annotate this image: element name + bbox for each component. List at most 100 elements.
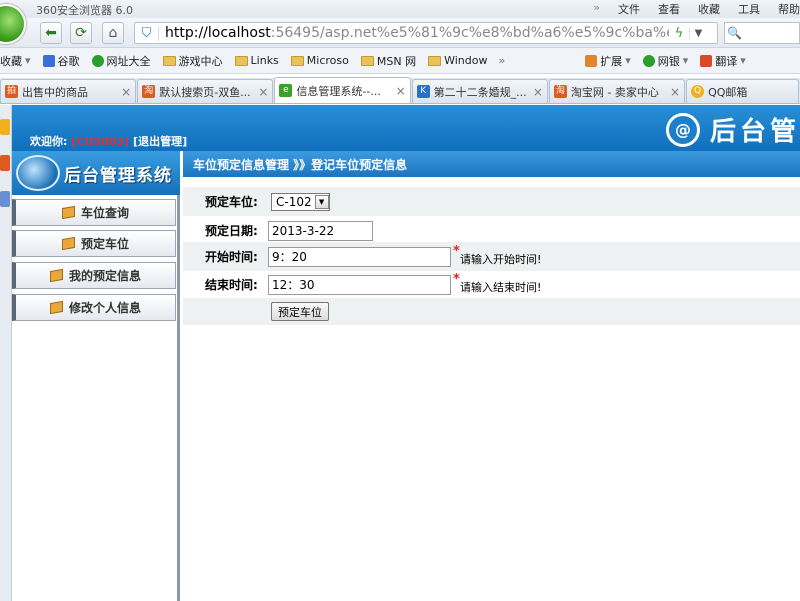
- tab-info-system[interactable]: e 信息管理系统--... ×: [274, 77, 411, 103]
- tab-search[interactable]: 淘默认搜索页-双鱼... ×: [137, 79, 274, 103]
- bookmark-google[interactable]: 谷歌: [42, 53, 80, 69]
- bookmark-label: Microso: [306, 54, 349, 67]
- book-icon: [61, 205, 75, 220]
- banking-icon: [642, 54, 655, 67]
- end-time-hint: 请输入结束时间!: [460, 281, 542, 294]
- bookmark-label: 谷歌: [57, 54, 80, 68]
- sidebar-item-label: 车位查询: [80, 206, 129, 220]
- address-bar[interactable]: ⛉ http://localhost:56495/asp.net%e5%81%9…: [134, 22, 718, 44]
- address-text[interactable]: http://localhost:56495/asp.net%e5%81%9c%…: [159, 25, 669, 41]
- bookmarks-bar: 收藏 ▾ 谷歌 网址大全 游戏中心 Links Microso MSN 网 Win…: [0, 48, 800, 74]
- bookmark-msn[interactable]: MSN 网: [360, 53, 417, 69]
- back-icon[interactable]: ⬅: [40, 22, 62, 44]
- menu-tools[interactable]: 工具: [738, 1, 760, 17]
- tab-products[interactable]: 拍出售中的商品 ×: [0, 79, 137, 103]
- bookmark-links[interactable]: Links: [234, 54, 279, 67]
- end-time-label: 结束时间:: [205, 278, 258, 292]
- bookmark-microsoft[interactable]: Microso: [290, 54, 349, 67]
- tab-taobao[interactable]: 淘淘宝网 - 卖家中心 ×: [548, 79, 686, 103]
- form-row-date: 预定日期:: [183, 216, 800, 245]
- book-icon: [61, 236, 75, 251]
- page-icon: 拍: [5, 85, 18, 98]
- chevron-down-icon: ▾: [625, 54, 631, 67]
- home-icon[interactable]: ⌂: [102, 22, 124, 44]
- bookmark-label: Window: [444, 54, 488, 67]
- sidebar-item-edit-profile[interactable]: 修改个人信息: [12, 294, 176, 321]
- bookmark-label: Links: [250, 54, 279, 67]
- close-icon[interactable]: ×: [258, 85, 268, 99]
- bookmark-favorites[interactable]: 收藏 ▾: [0, 53, 31, 69]
- tab-label: 出售中的商品: [22, 85, 88, 99]
- menu-overflow-icon[interactable]: »: [593, 1, 600, 17]
- bookmark-label: 游戏中心: [178, 54, 223, 68]
- chevron-down-icon: ▾: [25, 54, 31, 67]
- tab-strip: 拍出售中的商品 × 淘默认搜索页-双鱼... × e 信息管理系统--... × K 第二…: [0, 77, 800, 104]
- close-icon[interactable]: ×: [670, 85, 680, 99]
- tab-label: QQ邮箱: [708, 85, 748, 99]
- bookmark-translate[interactable]: 翻译 ▾: [700, 53, 746, 69]
- bookmark-label: 网址大全: [106, 54, 151, 68]
- date-input[interactable]: [268, 220, 373, 241]
- end-time-input[interactable]: [268, 274, 451, 295]
- tab-label: 默认搜索页-双鱼...: [159, 85, 251, 99]
- form-row-start: 开始时间: * 请输入开始时间!: [183, 242, 800, 271]
- sidebar-item-space-search[interactable]: 车位查询: [12, 199, 176, 226]
- sidebar-item-label: 预定车位: [80, 237, 129, 251]
- bookmark-games[interactable]: 游戏中心: [162, 53, 223, 69]
- user-id: [CUS003]: [71, 135, 130, 148]
- book-icon: [49, 268, 63, 283]
- menu-file[interactable]: 文件: [618, 1, 640, 17]
- tab-label: 第二十二条婚规_...: [433, 85, 527, 99]
- book-icon: [49, 300, 63, 315]
- chevron-down-icon[interactable]: ▼: [314, 195, 329, 209]
- sidebar-item-my-reservations[interactable]: 我的预定信息: [12, 262, 176, 289]
- page-icon: Q: [691, 85, 705, 98]
- form-row-space: 预定车位: C-102 ▼: [183, 187, 800, 216]
- overflow-icon[interactable]: »: [498, 54, 505, 67]
- space-select[interactable]: C-102 ▼: [271, 193, 330, 211]
- chevron-down-icon: ▾: [682, 54, 689, 67]
- start-time-input[interactable]: [268, 246, 451, 267]
- close-icon[interactable]: ×: [533, 85, 543, 99]
- menu-favorites[interactable]: 收藏: [698, 1, 720, 17]
- form-row-submit: 预定车位: [183, 298, 800, 325]
- folder-icon: [234, 55, 248, 66]
- bookmark-windows[interactable]: Window »: [428, 54, 505, 67]
- chevron-down-icon[interactable]: ▼: [689, 27, 707, 39]
- menu-help[interactable]: 帮助: [778, 1, 800, 17]
- page-icon: 淘: [553, 85, 567, 98]
- refresh-icon[interactable]: ⟳: [70, 22, 92, 44]
- lightning-icon[interactable]: ϟ: [669, 26, 689, 41]
- required-mark: *: [453, 244, 460, 259]
- space-value: C-102: [276, 195, 312, 209]
- folder-icon: [162, 55, 176, 66]
- bookmark-banking[interactable]: 网银 ▾: [642, 53, 689, 69]
- close-icon[interactable]: ×: [121, 85, 131, 99]
- menu-view[interactable]: 查看: [658, 1, 680, 17]
- bookmark-label: 翻译: [715, 54, 738, 68]
- shield-icon[interactable]: ⛉: [135, 25, 159, 41]
- close-icon[interactable]: ×: [396, 84, 406, 98]
- sidebar-title: 后台管理系统: [12, 151, 180, 195]
- chevron-down-icon: ▾: [740, 54, 746, 67]
- search-icon: 🔍: [727, 26, 742, 40]
- tab-label: 信息管理系统--...: [296, 84, 381, 98]
- start-time-hint: 请输入开始时间!: [460, 253, 542, 266]
- bookmark-extensions[interactable]: 扩展 ▾: [585, 53, 631, 69]
- side-icon-2[interactable]: [0, 155, 10, 171]
- browser-title: 360安全浏览器 6.0: [36, 4, 133, 17]
- side-icon-3[interactable]: [0, 191, 10, 207]
- tab-novel[interactable]: K 第二十二条婚规_... ×: [411, 79, 548, 103]
- bookmark-sites[interactable]: 网址大全: [91, 53, 151, 69]
- search-box[interactable]: 🔍: [724, 22, 800, 44]
- page-icon: K: [416, 85, 430, 98]
- google-icon: [42, 54, 55, 67]
- browser-side-strip: [0, 105, 12, 601]
- reserve-space-button[interactable]: 预定车位: [271, 302, 329, 321]
- logout-link[interactable]: [退出管理]: [133, 135, 187, 148]
- tab-qqmail[interactable]: Q QQ邮箱: [686, 79, 800, 103]
- side-icon-1[interactable]: [0, 119, 10, 135]
- welcome-text: 欢迎你: [CUS003] [退出管理]: [30, 133, 187, 149]
- bookmark-label: MSN 网: [376, 54, 417, 68]
- sidebar-item-reserve-space[interactable]: 预定车位: [12, 230, 176, 257]
